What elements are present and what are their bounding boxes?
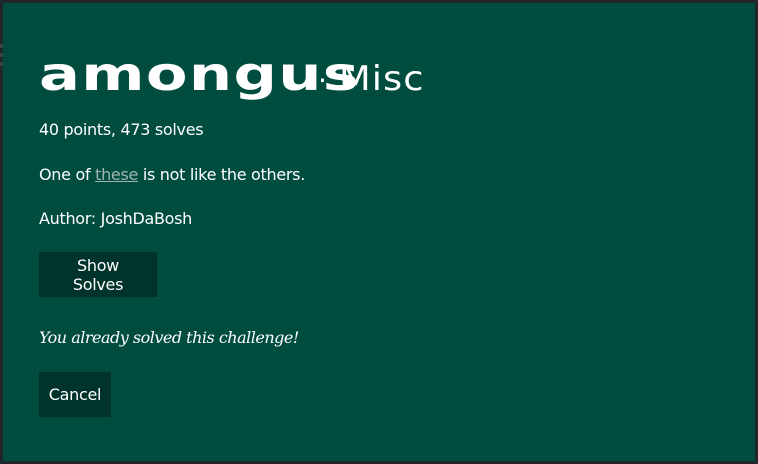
challenge-title: amongus · Misc [39,49,423,106]
cancel-button[interactable]: Cancel [39,372,111,417]
challenge-points-solves: 40 points, 473 solves [39,120,204,139]
challenge-author: Author: JoshDaBosh [39,209,193,228]
description-suffix: is not like the others. [138,165,305,184]
show-solves-button[interactable]: Show Solves [39,252,157,297]
challenge-modal: amongus · Misc 40 points, 473 solves One… [3,3,755,461]
challenge-category: Misc [338,59,425,99]
challenge-description: One of these is not like the others. [39,165,305,184]
description-link[interactable]: these [95,165,138,184]
solved-status-message: You already solved this challenge! [39,328,299,347]
description-prefix: One of [39,165,91,184]
